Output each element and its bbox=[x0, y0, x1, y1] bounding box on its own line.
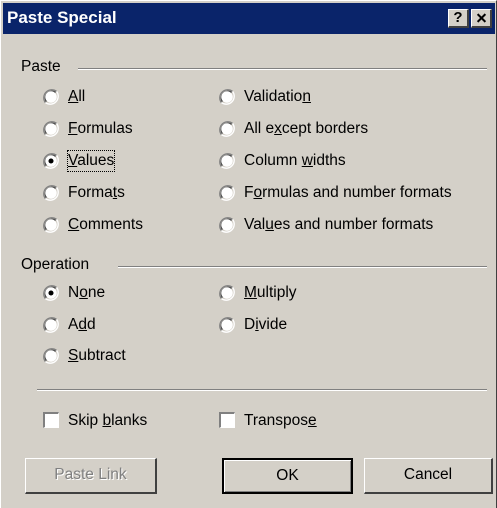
window-title: Paste Special bbox=[7, 8, 117, 27]
close-icon[interactable] bbox=[471, 9, 492, 28]
radio-add-label: Add bbox=[68, 316, 96, 333]
radio-formulas-button[interactable] bbox=[43, 121, 59, 137]
radio-formulas-and-number-formats-button[interactable] bbox=[219, 185, 235, 201]
options-divider bbox=[37, 389, 487, 391]
radio-subtract-label: Subtract bbox=[68, 347, 126, 364]
skip-blanks-box[interactable] bbox=[43, 412, 59, 428]
radio-all-except-borders-label: All except borders bbox=[244, 120, 369, 137]
paste-special-dialog: Paste Special ? Paste Operation Skip bla… bbox=[0, 0, 497, 508]
radio-multiply-label: Multiply bbox=[244, 284, 297, 301]
radio-all-except-borders-button[interactable] bbox=[219, 121, 235, 137]
radio-formats-label: Formats bbox=[68, 184, 125, 201]
paste-link-button[interactable]: Paste Link bbox=[25, 458, 157, 494]
radio-column-widths-button[interactable] bbox=[219, 153, 235, 169]
radio-none-label: None bbox=[68, 284, 106, 301]
radio-multiply-button[interactable] bbox=[219, 285, 235, 301]
transpose-label: Transpose bbox=[244, 412, 317, 429]
radio-validation-button[interactable] bbox=[219, 89, 235, 105]
cancel-button[interactable]: Cancel bbox=[364, 458, 493, 494]
radio-values-label: Values bbox=[66, 150, 116, 172]
radio-divide-button[interactable] bbox=[219, 317, 235, 333]
skip-blanks-label: Skip blanks bbox=[68, 412, 148, 429]
radio-divide-label: Divide bbox=[244, 316, 288, 333]
ok-button[interactable]: OK bbox=[222, 458, 353, 494]
radio-validation-label: Validation bbox=[244, 88, 311, 105]
radio-formats-button[interactable] bbox=[43, 185, 59, 201]
radio-all-label: All bbox=[68, 88, 86, 105]
paste-group-divider bbox=[78, 68, 487, 70]
operation-group-label: Operation bbox=[21, 256, 90, 273]
operation-group-divider bbox=[118, 266, 487, 268]
paste-group-label: Paste bbox=[21, 58, 61, 75]
title-bar[interactable]: Paste Special ? bbox=[3, 3, 495, 34]
radio-values-and-number-formats-label: Values and number formats bbox=[244, 216, 434, 233]
radio-values-button[interactable] bbox=[43, 153, 59, 169]
radio-column-widths-label: Column widths bbox=[244, 152, 346, 169]
radio-values-and-number-formats-button[interactable] bbox=[219, 217, 235, 233]
radio-add-button[interactable] bbox=[43, 317, 59, 333]
radio-all-button[interactable] bbox=[43, 89, 59, 105]
help-icon[interactable]: ? bbox=[448, 9, 469, 28]
radio-formulas-and-number-formats-label: Formulas and number formats bbox=[244, 184, 452, 201]
radio-formulas-label: Formulas bbox=[68, 120, 133, 137]
radio-subtract-button[interactable] bbox=[43, 348, 59, 364]
transpose-box[interactable] bbox=[219, 412, 235, 428]
radio-comments-button[interactable] bbox=[43, 217, 59, 233]
radio-none-button[interactable] bbox=[43, 285, 59, 301]
radio-comments-label: Comments bbox=[68, 216, 143, 233]
